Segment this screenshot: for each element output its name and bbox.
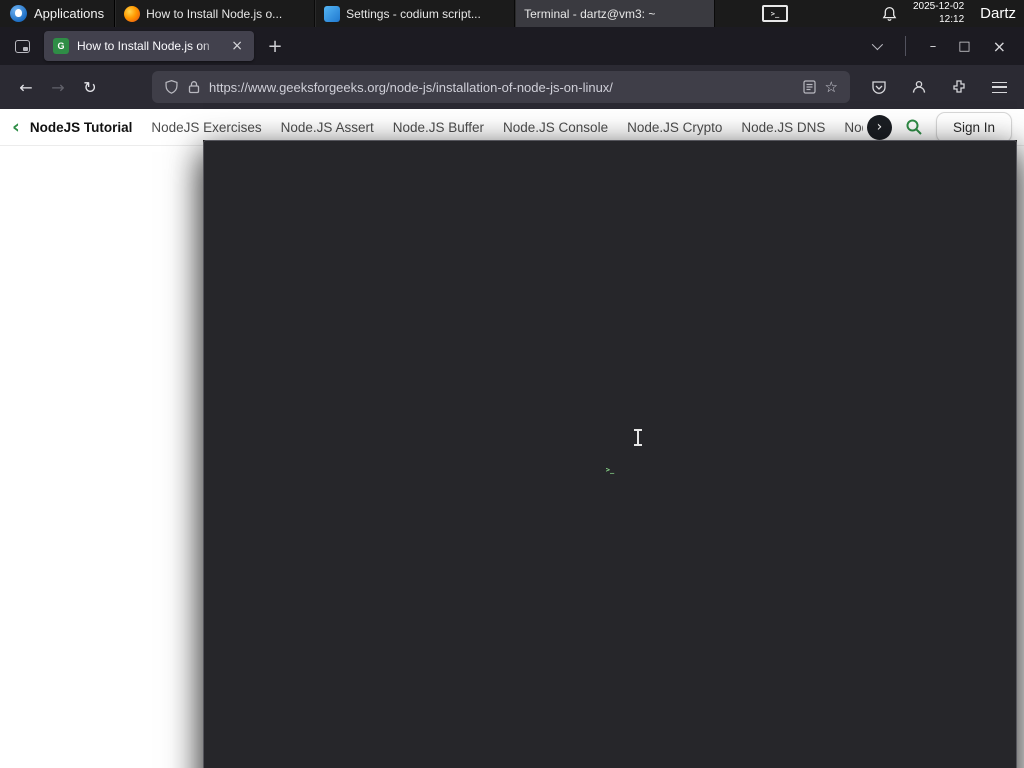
new-tab-button[interactable]: + (262, 33, 288, 59)
toolbar-icons (864, 72, 1014, 102)
panel-clock[interactable]: 2025-12-02 12:12 (913, 1, 964, 26)
tray-terminal-icon[interactable]: >_ (762, 5, 788, 22)
taskbar-button-codium[interactable]: Settings - codium script... (315, 0, 516, 27)
notification-bell-icon[interactable] (882, 6, 897, 22)
navigation-toolbar: ← → ↻ https://www.geeksforgeeks.org/node… (0, 65, 1024, 109)
nav-link[interactable]: Node (844, 120, 863, 135)
window-minimize-button[interactable]: – (930, 39, 937, 54)
firefox-view-icon (14, 39, 30, 53)
pocket-icon[interactable] (864, 72, 894, 102)
desktop-screen: Applications How to Install Node.js o...… (0, 0, 1024, 768)
nav-link[interactable]: NodeJS Exercises (151, 120, 261, 135)
toolbar-separator (904, 36, 906, 56)
url-bar[interactable]: https://www.geeksforgeeks.org/node-js/in… (152, 71, 850, 103)
firefox-view-button[interactable] (8, 33, 36, 59)
mouse-cursor-ibeam (634, 429, 642, 446)
nav-link[interactable]: Node.JS Console (503, 120, 608, 135)
window-close-button[interactable]: × (993, 37, 1006, 56)
tracking-shield-icon[interactable] (164, 79, 179, 95)
nav-link[interactable]: Node.JS Buffer (393, 120, 484, 135)
clock-time: 12:12 (939, 13, 965, 25)
extensions-puzzle-icon[interactable] (944, 72, 974, 102)
tab-strip: G How to Install Node.js on × + – □ × (0, 27, 1024, 65)
browser-tab[interactable]: G How to Install Node.js on × (44, 31, 254, 61)
applications-label: Applications (34, 6, 105, 21)
applications-icon (10, 5, 27, 22)
top-panel: Applications How to Install Node.js o...… (0, 0, 1024, 768)
nav-link[interactable]: Node.JS DNS (741, 120, 825, 135)
firefox-icon (124, 5, 141, 22)
forward-button[interactable]: → (42, 72, 74, 102)
site-nav-links: NodeJS Tutorial NodeJS Exercises Node.JS A… (30, 120, 863, 135)
menu-hamburger-icon[interactable] (984, 72, 1014, 102)
nav-link[interactable]: Node.JS Crypto (627, 120, 722, 135)
nav-scroll-left-icon[interactable]: ‹ (12, 116, 20, 138)
tab-favicon-icon: G (53, 38, 69, 54)
tab-list-chevron-icon[interactable] (861, 31, 891, 61)
terminal-icon: >_ (203, 140, 1017, 768)
search-icon[interactable] (905, 118, 923, 136)
back-button[interactable]: ← (10, 72, 42, 102)
taskbar-button-firefox[interactable]: How to Install Node.js o... (115, 0, 316, 27)
lock-icon[interactable] (188, 80, 200, 94)
tab-close-icon[interactable]: × (229, 38, 245, 54)
taskbar-button-label: How to Install Node.js o... (146, 6, 283, 21)
url-text: https://www.geeksforgeeks.org/node-js/in… (209, 79, 613, 95)
taskbar: How to Install Node.js o... Settings - co… (115, 0, 1017, 768)
panel-right: >_ 2025-12-02 12:12 Dartz (762, 1, 1024, 26)
site-nav-right: › Sign In (863, 111, 1012, 143)
nav-link[interactable]: Node.JS Assert (281, 120, 374, 135)
nav-link[interactable]: NodeJS Tutorial (30, 120, 133, 135)
taskbar-button-terminal[interactable]: >_ Terminal - dartz@vm3: ~ (203, 0, 1017, 768)
tab-title: How to Install Node.js on (77, 39, 210, 53)
reload-button[interactable]: ↻ (74, 72, 106, 102)
bookmark-star-icon[interactable]: ☆ (825, 78, 838, 96)
window-controls: – □ × (920, 37, 1016, 56)
applications-menu-button[interactable]: Applications (0, 0, 114, 27)
account-icon[interactable] (904, 72, 934, 102)
user-menu[interactable]: Dartz (980, 5, 1016, 22)
taskbar-button-label: Terminal - dartz@vm3: ~ (524, 6, 656, 21)
taskbar-button-label: Settings - codium script... (346, 6, 481, 21)
codium-icon (324, 5, 341, 22)
reader-view-icon[interactable] (802, 80, 816, 94)
sign-in-button[interactable]: Sign In (935, 111, 1012, 143)
clock-date: 2025-12-02 (913, 1, 965, 12)
nav-scroll-right-icon[interactable]: › (866, 114, 892, 140)
window-maximize-button[interactable]: □ (958, 39, 970, 54)
